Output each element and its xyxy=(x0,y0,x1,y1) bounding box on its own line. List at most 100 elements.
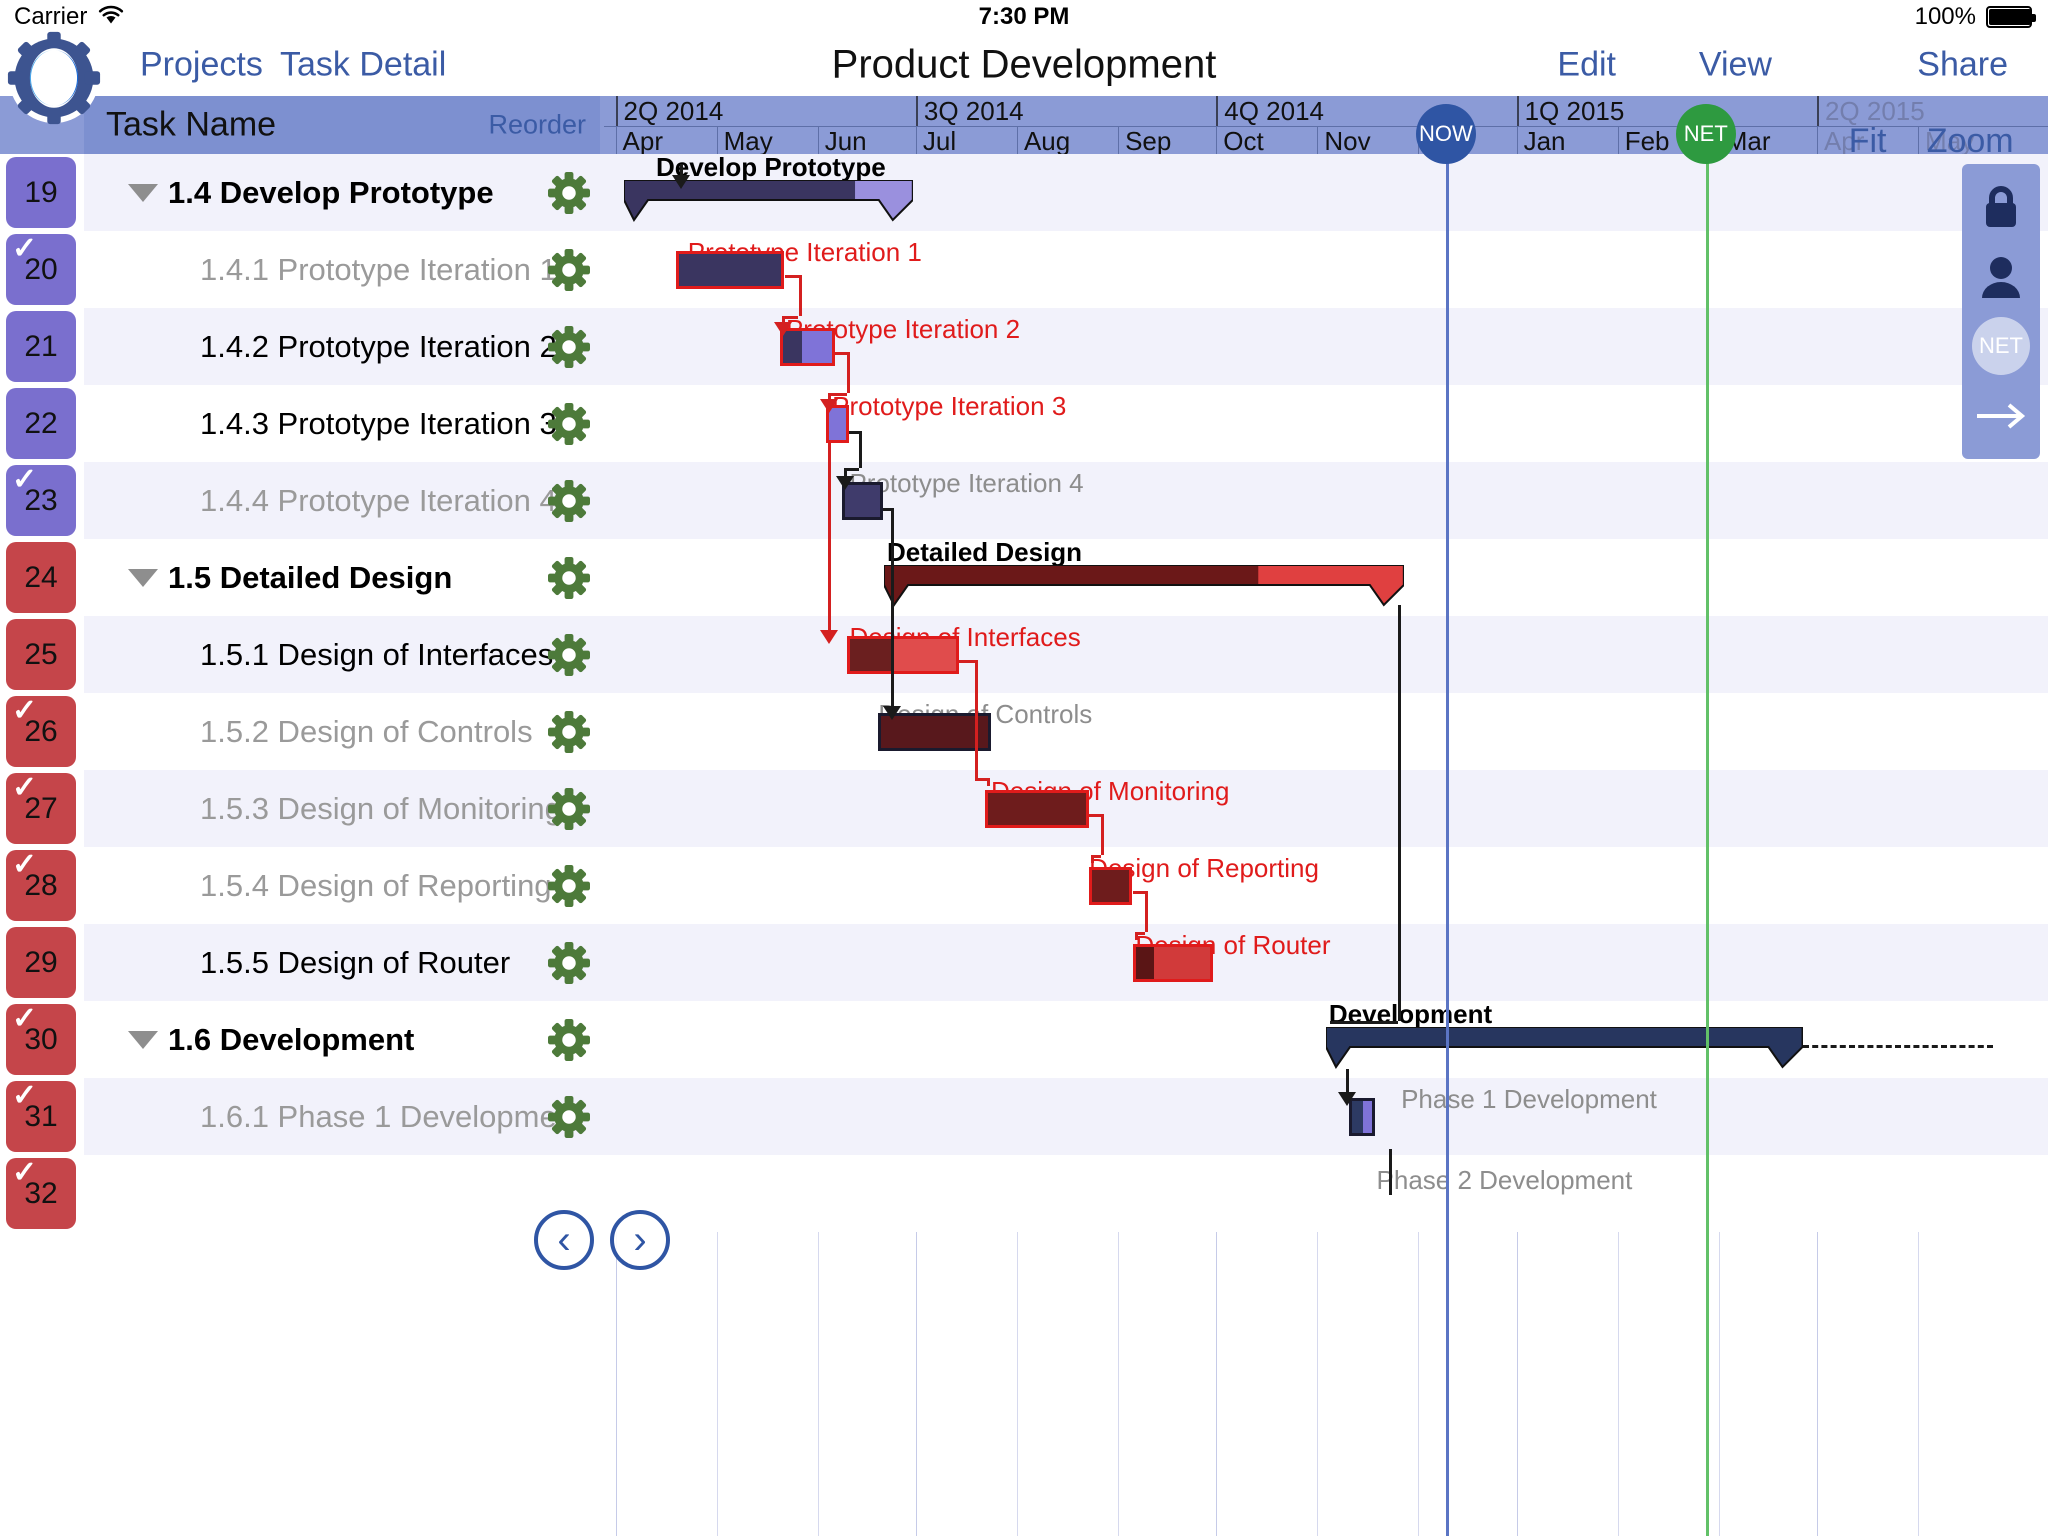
gear-icon[interactable] xyxy=(548,1018,590,1061)
disclosure-triangle-icon[interactable] xyxy=(128,568,158,587)
dependency-line xyxy=(959,660,976,663)
dependency-line xyxy=(798,275,802,316)
row-number-cell[interactable]: 31 ✓ xyxy=(6,1081,76,1152)
task-name-label: 1.4.1 Prototype Iteration 1 xyxy=(200,251,557,287)
gear-icon[interactable] xyxy=(548,556,590,599)
row-number-cell[interactable]: 29 xyxy=(6,927,76,998)
task-name-label: 1.6.1 Phase 1 Development xyxy=(200,1098,583,1134)
gantt-summary-bar[interactable] xyxy=(623,179,915,222)
net-marker-badge[interactable]: NET xyxy=(1675,104,1736,164)
gear-icon[interactable] xyxy=(548,633,590,676)
gantt-summary-bar[interactable] xyxy=(883,564,1405,607)
gantt-task-bar[interactable] xyxy=(846,636,960,674)
row-number-cell[interactable]: 27 ✓ xyxy=(6,773,76,844)
checkmark-icon: ✓ xyxy=(12,1002,38,1035)
gear-icon[interactable] xyxy=(548,479,590,522)
table-row[interactable]: 21 1.4.2 Prototype Iteration 2 xyxy=(0,308,2048,385)
row-number-cell[interactable]: 28 ✓ xyxy=(6,850,76,921)
timeline-header[interactable]: 2Q 2014 3Q 2014 4Q 2014 1Q 2015 2Q 2015 Apr M… xyxy=(604,96,2048,154)
task-name-label: 1.4.2 Prototype Iteration 2 xyxy=(200,328,557,364)
row-number-cell[interactable]: 19 xyxy=(6,157,76,228)
timeline-month-cell: Oct xyxy=(1216,127,1317,154)
dependency-arrowhead xyxy=(820,630,839,644)
grid-header-row: Task Name Reorder 2Q 2014 3Q 2014 4Q 2014 1… xyxy=(0,96,2048,154)
row-number-cell[interactable]: 32 ✓ xyxy=(6,1158,76,1229)
view-button[interactable]: View xyxy=(1699,46,1772,85)
task-name-header-label: Task Name xyxy=(106,105,277,144)
lock-icon[interactable] xyxy=(1971,177,2031,237)
reorder-button[interactable]: Reorder xyxy=(488,110,586,141)
row-number-cell[interactable]: 20 ✓ xyxy=(6,234,76,305)
net-toggle-button[interactable]: NET xyxy=(1971,316,2031,376)
gear-icon[interactable] xyxy=(548,248,590,291)
table-row[interactable]: 19 1.4 Develop Prototype xyxy=(0,154,2048,231)
dependency-line-dashed xyxy=(1802,1045,1993,1048)
dependency-line xyxy=(1330,1021,1398,1024)
fit-button[interactable]: Fit xyxy=(1849,122,1887,161)
net-line xyxy=(1705,96,1709,1536)
arrow-right-icon[interactable] xyxy=(1971,386,2031,446)
table-row[interactable]: 31 ✓ 1.6.1 Phase 1 Development xyxy=(0,1078,2048,1155)
row-number-cell[interactable]: 25 xyxy=(6,619,76,690)
disclosure-triangle-icon[interactable] xyxy=(128,1030,158,1049)
gear-icon[interactable] xyxy=(548,710,590,753)
dependency-line xyxy=(1091,855,1095,863)
dependency-arrowhead xyxy=(1338,1092,1356,1106)
navigation-bar: Projects Task Detail Product Development… xyxy=(0,31,2048,125)
gantt-bar-label: Phase 1 Development xyxy=(1401,1084,1657,1114)
task-name-label: 1.6 Development xyxy=(168,1021,415,1057)
row-number-cell[interactable]: 26 ✓ xyxy=(6,696,76,767)
row-number-cell[interactable]: 23 ✓ xyxy=(6,465,76,536)
task-name-label: 1.4.4 Prototype Iteration 4 xyxy=(200,482,557,518)
status-bar: Carrier 7:30 PM 100% xyxy=(0,0,2048,34)
gear-icon[interactable] xyxy=(548,787,590,830)
gantt-grid-body[interactable]: 19 1.4 Develop Prototype 20 ✓ 1.4.1 Prototyp… xyxy=(0,152,2048,1536)
now-marker-badge[interactable]: NOW xyxy=(1415,104,1476,164)
dependency-arrowhead xyxy=(774,322,793,336)
timeline-quarter-row: 2Q 2014 3Q 2014 4Q 2014 1Q 2015 2Q 2015 xyxy=(604,96,2048,126)
zoom-button[interactable]: Zoom xyxy=(1927,122,2014,161)
row-number-cell[interactable]: 21 xyxy=(6,311,76,382)
table-row[interactable]: 20 ✓ 1.4.1 Prototype Iteration 1 xyxy=(0,231,2048,308)
gantt-task-bar[interactable] xyxy=(676,251,785,289)
gear-icon[interactable] xyxy=(548,1095,590,1138)
gantt-summary-bar[interactable] xyxy=(1325,1026,1804,1069)
gantt-task-bar[interactable] xyxy=(1132,944,1214,982)
gantt-bar-progress xyxy=(988,793,1087,825)
row-number-cell[interactable]: 30 ✓ xyxy=(6,1004,76,1075)
row-timeline-background xyxy=(604,693,2048,770)
disclosure-triangle-icon[interactable] xyxy=(128,183,158,202)
gear-icon[interactable] xyxy=(548,171,590,214)
dependency-line xyxy=(859,431,863,468)
gear-icon[interactable] xyxy=(548,864,590,907)
table-row[interactable]: 32 ✓ xyxy=(0,1155,2048,1232)
dependency-line xyxy=(890,508,894,707)
row-timeline-background xyxy=(604,847,2048,924)
dependency-line xyxy=(975,660,979,778)
task-name-label: 1.4 Develop Prototype xyxy=(168,174,494,210)
previous-page-button[interactable]: ‹ xyxy=(534,1210,594,1270)
timeline-month-cell: Nov xyxy=(1317,127,1418,154)
table-row[interactable]: 29 1.5.5 Design of Router xyxy=(0,924,2048,1001)
dependency-line xyxy=(849,431,860,434)
share-button[interactable]: Share xyxy=(1917,46,2008,85)
next-page-button[interactable]: › xyxy=(610,1210,670,1270)
gantt-bar-label: Develop Prototype xyxy=(655,152,886,182)
person-icon[interactable] xyxy=(1971,247,2031,307)
table-row[interactable]: 28 ✓ 1.5.4 Design of Reporting xyxy=(0,847,2048,924)
gear-icon[interactable] xyxy=(548,325,590,368)
task-name-label: 1.5.4 Design of Reporting xyxy=(200,867,552,903)
dependency-line xyxy=(784,275,799,278)
edit-button[interactable]: Edit xyxy=(1557,46,1616,85)
row-number-cell[interactable]: 24 xyxy=(6,542,76,613)
gear-icon[interactable] xyxy=(548,402,590,445)
gantt-bar-progress xyxy=(679,254,782,286)
dependency-line xyxy=(882,508,891,511)
gantt-task-bar[interactable] xyxy=(1089,867,1133,905)
row-number-cell[interactable]: 22 xyxy=(6,388,76,459)
dependency-line xyxy=(828,443,832,632)
task-name-label: 1.5.3 Design of Monitoring xyxy=(200,790,562,826)
gantt-bar-progress xyxy=(1092,870,1130,902)
gear-icon[interactable] xyxy=(548,941,590,984)
gantt-task-bar[interactable] xyxy=(985,790,1090,828)
